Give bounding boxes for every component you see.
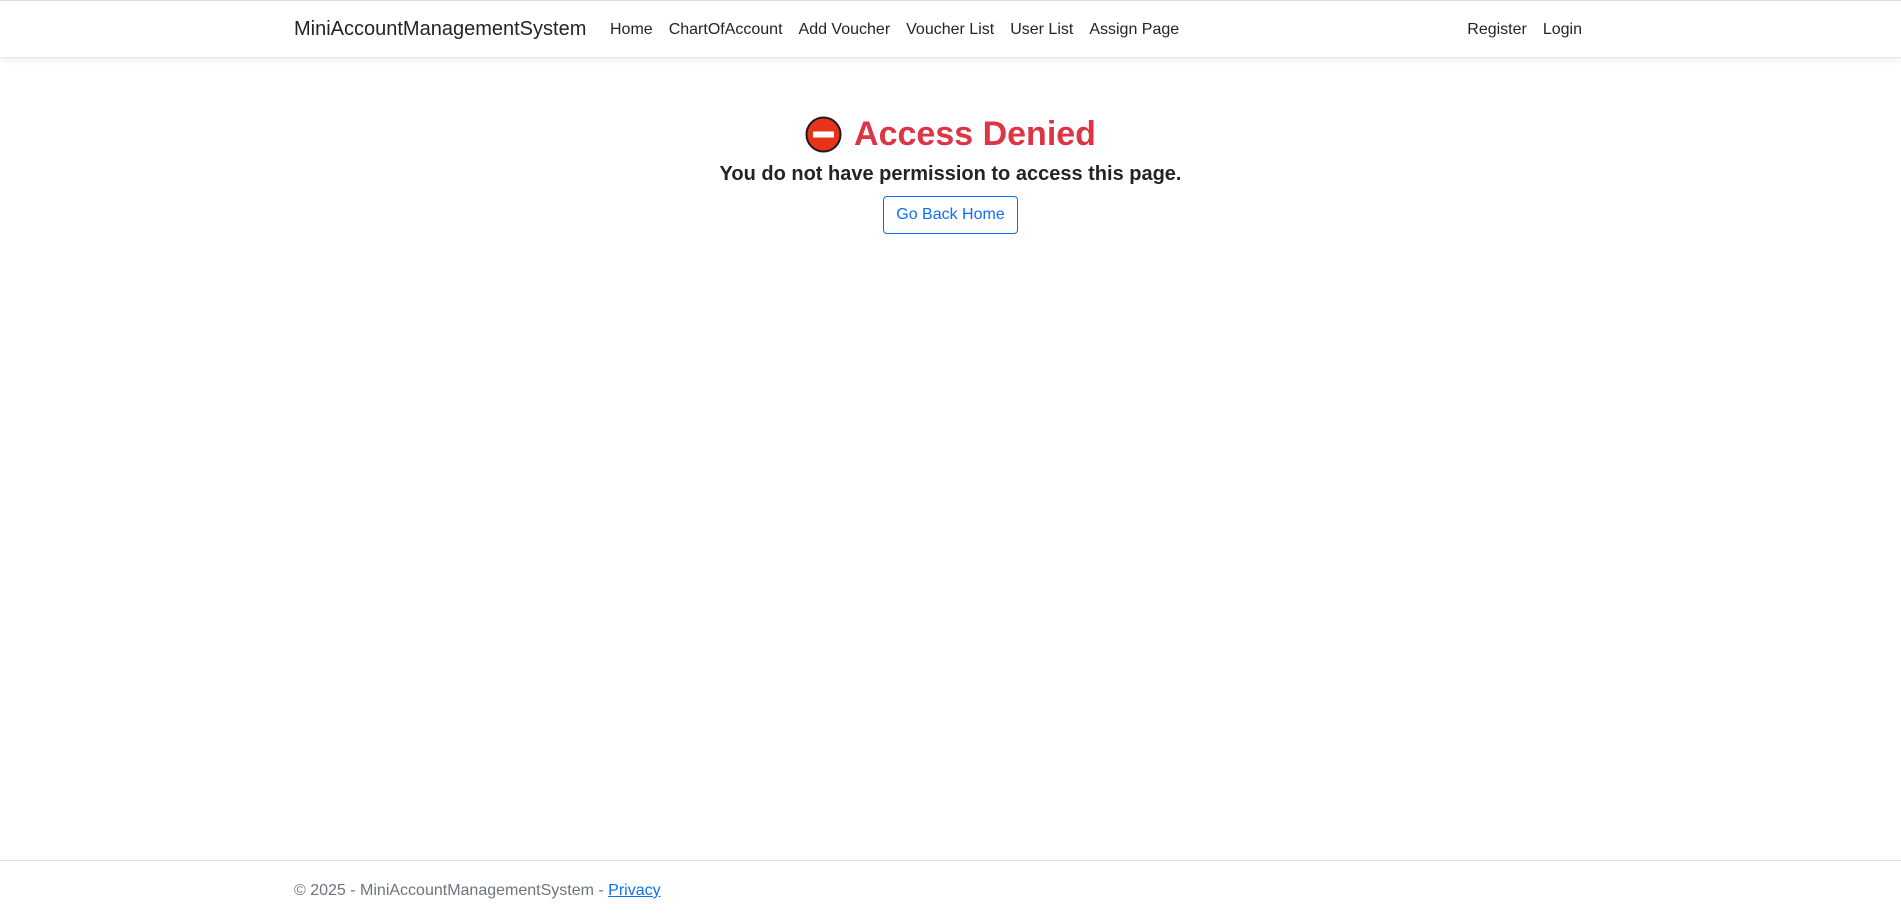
nav-login-link[interactable]: Login [1543,21,1582,39]
nav-home-link[interactable]: Home [610,21,653,39]
navbar: MiniAccountManagementSystem Home ChartOf… [0,1,1901,58]
footer-text: © 2025 - MiniAccountManagementSystem - P… [294,882,661,900]
permission-message: You do not have permission to access thi… [719,163,1182,185]
nav-user-list-link[interactable]: User List [1010,21,1073,39]
footer: © 2025 - MiniAccountManagementSystem - P… [0,860,1901,918]
nav-add-voucher-link[interactable]: Add Voucher [799,21,891,39]
no-entry-icon [805,116,842,153]
nav-register-link[interactable]: Register [1467,21,1527,39]
nav-auth-links: Register Login [1451,21,1582,39]
nav-voucher-list-link[interactable]: Voucher List [906,21,994,39]
page-title: Access Denied [854,115,1096,153]
go-back-home-button[interactable]: Go Back Home [883,196,1018,234]
main-content: Access Denied You do not have permission… [0,100,1901,234]
brand-link[interactable]: MiniAccountManagementSystem [294,18,586,41]
nav-links: Home ChartOfAccount Add Voucher Voucher … [610,21,1195,39]
nav-assign-page-link[interactable]: Assign Page [1089,21,1179,39]
footer-copyright: © 2025 - MiniAccountManagementSystem - [294,882,609,899]
nav-chart-of-account-link[interactable]: ChartOfAccount [669,21,783,39]
access-denied-heading: Access Denied [0,106,1901,162]
privacy-link[interactable]: Privacy [608,882,660,899]
